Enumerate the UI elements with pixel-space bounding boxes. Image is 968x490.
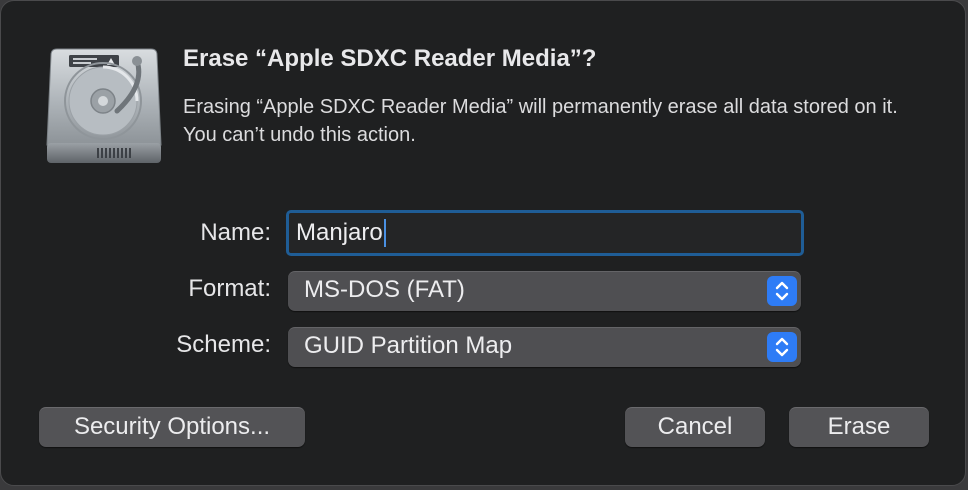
format-label: Format: [188,275,271,302]
internal-disk-icon [46,48,162,163]
dialog-title: Erase “Apple SDXC Reader Media”? [183,45,597,72]
security-options-button[interactable]: Security Options... [39,407,305,447]
cancel-button[interactable]: Cancel [625,407,765,447]
format-popup-value: MS-DOS (FAT) [304,276,465,303]
erase-dialog: Erase “Apple SDXC Reader Media”? Erasing… [0,0,966,486]
erase-button[interactable]: Erase [789,407,929,447]
name-label: Name: [200,219,271,246]
scheme-popup[interactable]: GUID Partition Map [288,327,801,367]
dialog-message: Erasing “Apple SDXC Reader Media” will p… [183,96,898,146]
text-caret [383,219,386,247]
name-field[interactable]: Manjaro [286,210,804,256]
scheme-label: Scheme: [176,331,271,358]
name-field-value: Manjaro [296,219,383,246]
chevron-up-down-icon [767,276,797,306]
chevron-up-down-icon [767,332,797,362]
format-popup[interactable]: MS-DOS (FAT) [288,271,801,311]
scheme-popup-value: GUID Partition Map [304,332,513,359]
